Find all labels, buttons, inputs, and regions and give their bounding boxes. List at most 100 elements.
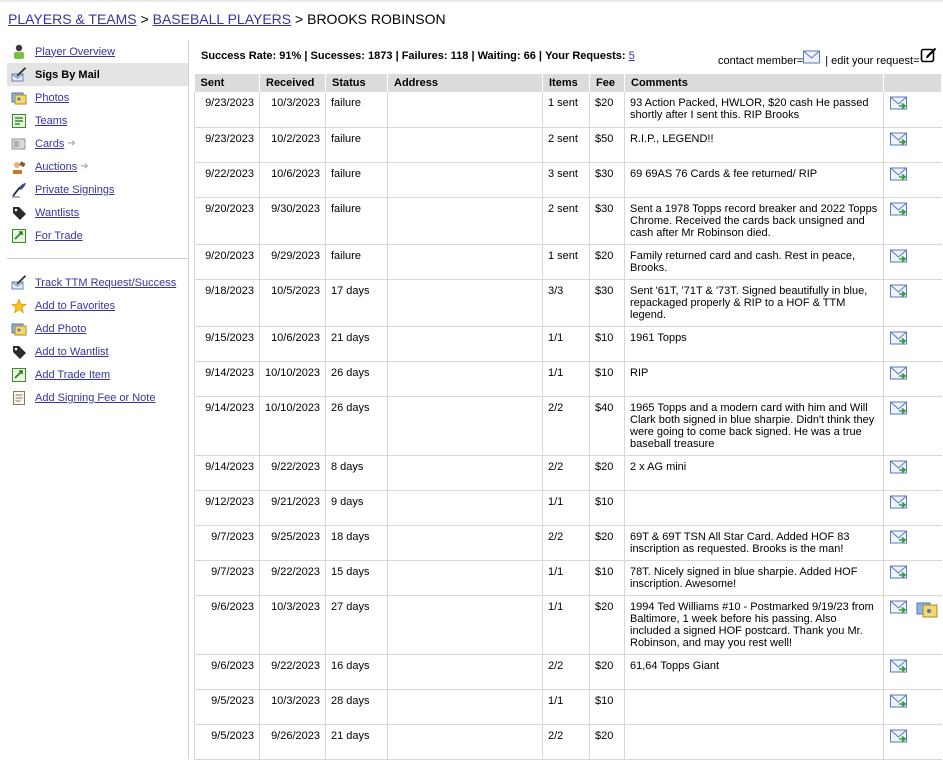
cell-address: [387, 560, 543, 596]
cell-status: 28 days: [325, 689, 388, 725]
cell-items: 2 sent: [542, 197, 590, 245]
cell-fee: $30: [589, 197, 625, 245]
breadcrumb-separator: >: [140, 11, 149, 27]
cell-fee: $10: [589, 689, 625, 725]
cell-items: 1 sent: [542, 92, 590, 128]
sidebar-item-cards[interactable]: Cards ➔: [7, 132, 188, 155]
sidebar-item-auctions[interactable]: Auctions ➔: [7, 155, 188, 178]
contact-member-icon[interactable]: [890, 565, 908, 582]
cell-received: 10/3/2023: [259, 689, 326, 725]
cell-comments: 1994 Ted Williams #10 - Postmarked 9/19/…: [624, 595, 884, 655]
cell-address: [387, 197, 543, 245]
contact-member-icon[interactable]: [890, 401, 908, 418]
tag-icon: [11, 205, 27, 221]
photos-icon: [11, 321, 27, 337]
breadcrumb: PLAYERS & TEAMS > BASEBALL PLAYERS > BRO…: [8, 11, 446, 27]
cell-items: 3/3: [542, 279, 590, 327]
contact-member-icon[interactable]: [890, 96, 908, 113]
cell-items: 1/1: [542, 689, 590, 725]
sidebar-item-for-trade[interactable]: For Trade: [7, 224, 188, 247]
cell-fee: $20: [589, 595, 625, 655]
cell-comments: 93 Action Packed, HWLOR, $20 cash He pas…: [624, 92, 884, 128]
cell-sent: 9/14/2023: [194, 396, 260, 456]
sidebar-item-player-overview[interactable]: Player Overview: [7, 40, 188, 63]
contact-member-icon[interactable]: [890, 495, 908, 512]
waiting-value: 66: [523, 50, 536, 62]
contact-member-icon[interactable]: [890, 694, 908, 711]
table-row: 9/7/2023 9/22/2023 15 days 1/1 $10 78T. Nicel…: [194, 560, 942, 596]
cell-fee: $10: [589, 560, 625, 596]
sidebar-item-add-to-wantlist[interactable]: Add to Wantlist: [7, 340, 188, 363]
contact-member-icon[interactable]: [890, 600, 908, 617]
cell-actions: [883, 162, 942, 198]
sidebar-item-teams[interactable]: Teams: [7, 109, 188, 132]
cell-fee: $20: [589, 724, 625, 760]
cell-received: 10/6/2023: [259, 326, 326, 362]
table-row: 9/23/2023 10/2/2023 failure 2 sent $50 R.I.P.…: [194, 127, 942, 163]
sidebar-item-add-photo[interactable]: Add Photo: [7, 317, 188, 340]
cell-items: 2/2: [542, 654, 590, 690]
column-header-status: Status: [325, 74, 388, 92]
cell-sent: 9/23/2023: [194, 92, 260, 128]
sidebar-item-label: Sigs By Mail: [35, 68, 100, 81]
success-rate-value: 91%: [279, 50, 302, 62]
contact-member-icon[interactable]: [890, 132, 908, 149]
contact-member-icon[interactable]: [890, 659, 908, 676]
cell-fee: $20: [589, 92, 625, 128]
contact-member-icon[interactable]: [890, 202, 908, 219]
your-requests-link[interactable]: 5: [629, 50, 635, 62]
sidebar-item-label: Player Overview: [35, 45, 116, 58]
sidebar-item-add-to-favorites[interactable]: Add to Favorites: [7, 294, 188, 317]
sidebar-item-label: Add Photo: [35, 322, 87, 335]
cell-items: 2/2: [542, 525, 590, 561]
cell-comments: [624, 490, 884, 526]
contact-member-icon[interactable]: [890, 530, 908, 547]
column-header-actions: [883, 74, 942, 92]
sidebar-divider: [7, 258, 188, 259]
sidebar-item-label: For Trade: [35, 229, 83, 242]
table-row: 9/14/2023 10/10/2023 26 days 2/2 $40 1965 Top…: [194, 396, 942, 456]
contact-member-icon[interactable]: [890, 729, 908, 746]
arrow-right-icon: ➔: [80, 161, 89, 172]
breadcrumb-players-teams[interactable]: PLAYERS & TEAMS: [8, 11, 137, 27]
sidebar-item-wantlists[interactable]: Wantlists: [7, 201, 188, 224]
cell-received: 9/22/2023: [259, 654, 326, 690]
cell-comments: Sent '61T, '71T & '73T. Signed beautiful…: [624, 279, 884, 327]
breadcrumb-separator: >: [295, 11, 304, 27]
photos-icon[interactable]: [916, 600, 938, 621]
table-row: 9/14/2023 10/10/2023 26 days 1/1 $10 RIP: [194, 361, 942, 397]
contact-member-icon[interactable]: [890, 249, 908, 266]
cell-sent: 9/14/2023: [194, 455, 260, 491]
cell-actions: [883, 361, 942, 397]
contact-member-icon[interactable]: [890, 284, 908, 301]
contact-member-icon[interactable]: [890, 331, 908, 348]
edit-request-legend-icon: [920, 46, 938, 67]
table-row: 9/12/2023 9/21/2023 9 days 1/1 $10: [194, 490, 942, 526]
cell-received: 9/22/2023: [259, 455, 326, 491]
cell-actions: [883, 197, 942, 245]
cell-received: 10/5/2023: [259, 279, 326, 327]
cell-fee: $10: [589, 490, 625, 526]
sidebar-item-add-trade-item[interactable]: Add Trade Item: [7, 363, 188, 386]
tag-icon: [11, 344, 27, 360]
sidebar-item-add-signing-fee-or-note[interactable]: Add Signing Fee or Note: [7, 386, 188, 409]
cell-items: 2/2: [542, 724, 590, 760]
sidebar-item-private-signings[interactable]: Private Signings: [7, 178, 188, 201]
cell-items: 2/2: [542, 455, 590, 491]
sidebar-item-photos[interactable]: Photos: [7, 86, 188, 109]
table-header-row: Sent Received Status Address Items Fee C…: [194, 74, 942, 92]
contact-member-icon[interactable]: [890, 167, 908, 184]
sidebar-item-track-ttm-request-success[interactable]: Track TTM Request/Success: [7, 271, 188, 294]
breadcrumb-baseball-players[interactable]: BASEBALL PLAYERS: [153, 11, 292, 27]
quill-icon: [11, 182, 27, 198]
table-row: 9/5/2023 10/3/2023 28 days 1/1 $10: [194, 689, 942, 725]
cards-icon: [11, 136, 27, 152]
sidebar-item-sigs-by-mail[interactable]: Sigs By Mail: [7, 63, 188, 86]
cell-fee: $20: [589, 654, 625, 690]
cell-fee: $10: [589, 361, 625, 397]
contact-member-icon[interactable]: [890, 366, 908, 383]
cell-address: [387, 525, 543, 561]
column-header-fee: Fee: [589, 74, 625, 92]
contact-member-icon[interactable]: [890, 460, 908, 477]
cell-received: 9/30/2023: [259, 197, 326, 245]
